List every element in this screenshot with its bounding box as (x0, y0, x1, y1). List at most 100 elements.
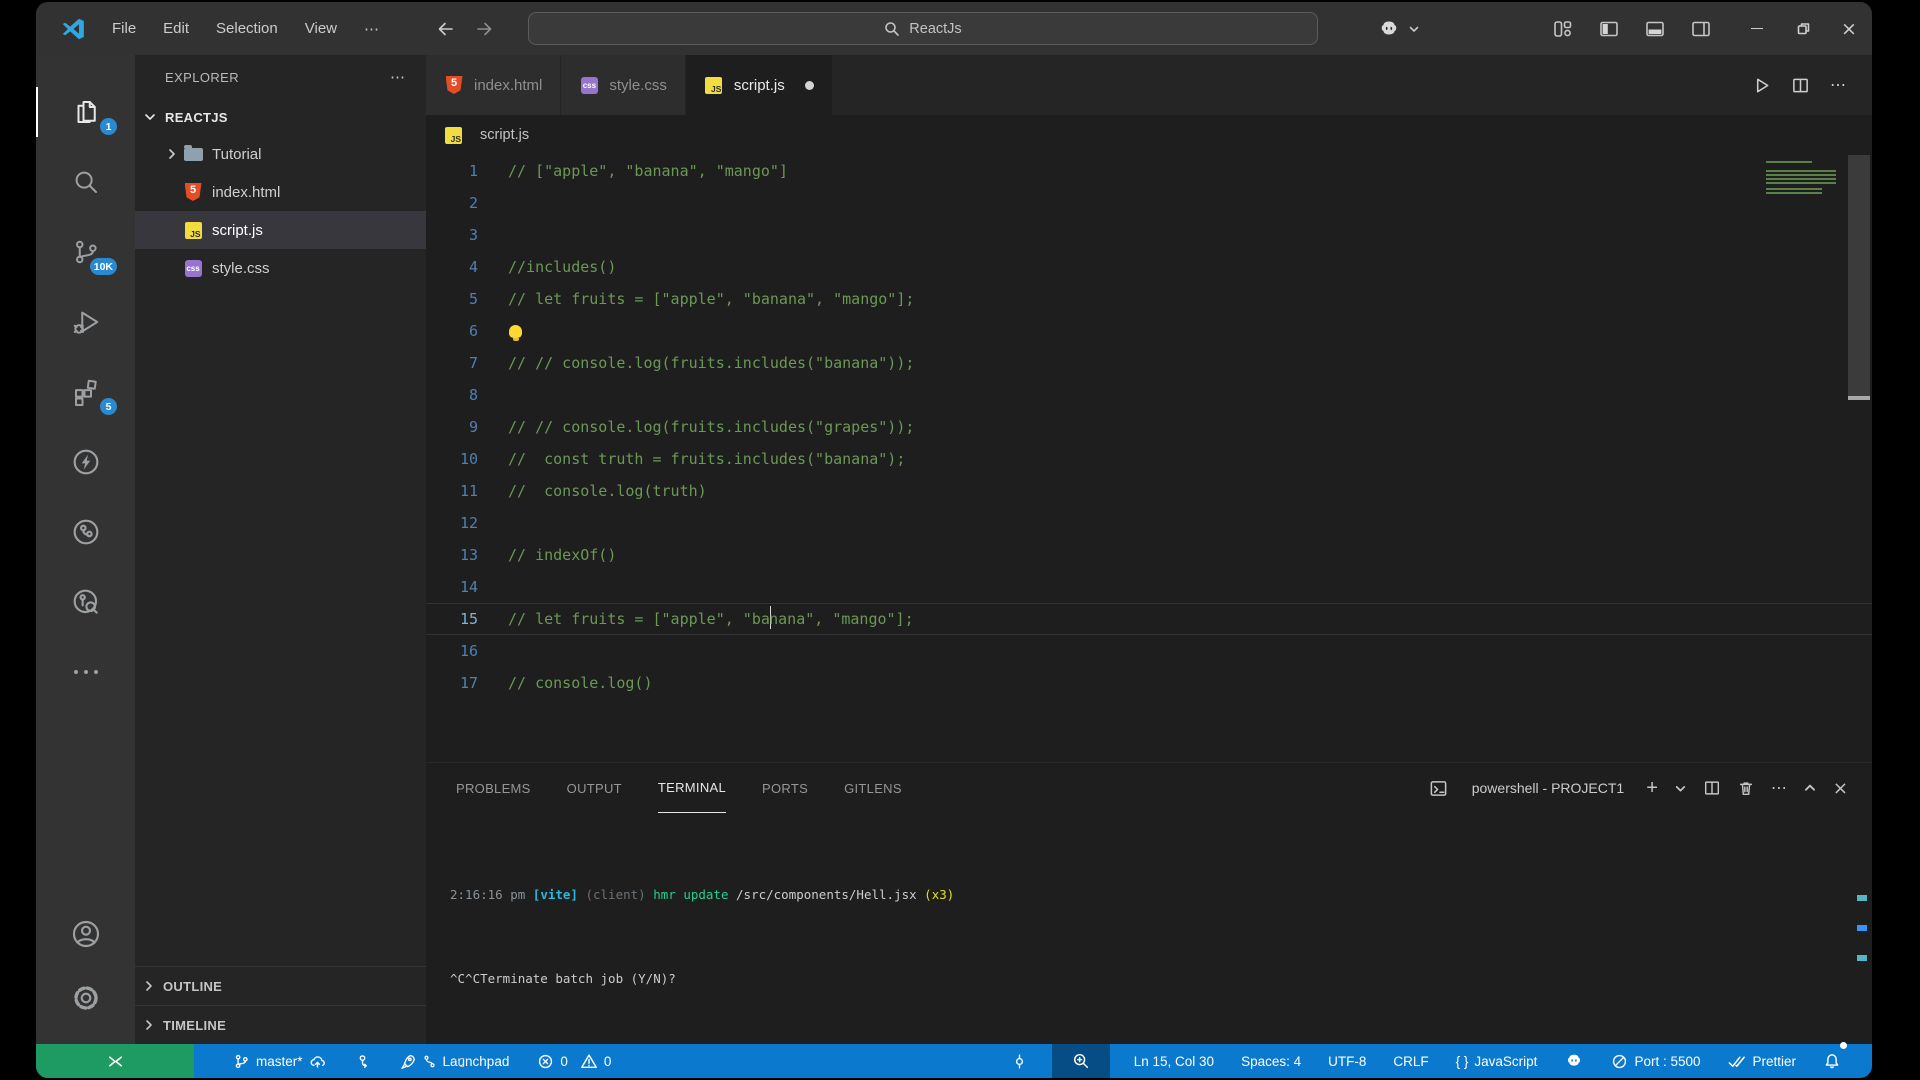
tree-item-index-html[interactable]: 5 index.html (135, 173, 426, 211)
tab-problems[interactable]: PROBLEMS (456, 763, 531, 813)
search-value: ReactJs (909, 21, 961, 37)
modified-dot-icon[interactable] (805, 81, 814, 90)
activity-explorer[interactable]: 1 (36, 77, 135, 147)
timeline-section[interactable]: TIMELINE (135, 1005, 426, 1044)
editor-more-icon[interactable]: ⋯ (1830, 75, 1846, 95)
explorer-more-icon[interactable]: ⋯ (390, 68, 406, 86)
close-button[interactable]: × (1826, 2, 1872, 55)
chevron-right-icon (166, 148, 178, 160)
gitlens-graph-button[interactable] (351, 1044, 374, 1078)
menu-edit[interactable]: Edit (163, 20, 189, 37)
code-text: // ["apple", "banana", "mango"] (508, 155, 788, 187)
css-file-icon: css (579, 75, 599, 95)
new-terminal-icon[interactable]: + (1646, 778, 1658, 798)
js-file-icon (183, 220, 203, 240)
editor-scrollbar[interactable] (1848, 155, 1870, 398)
line-number: 6 (426, 315, 478, 347)
code-line-6[interactable]: 6 (426, 315, 1872, 347)
code-line-12[interactable]: 12 (426, 507, 1872, 539)
toggle-secondary-sidebar-icon[interactable] (1690, 18, 1712, 40)
toggle-primary-sidebar-icon[interactable] (1598, 18, 1620, 40)
tab-terminal[interactable]: TERMINAL (658, 763, 726, 813)
code-editor[interactable]: 1// ["apple", "banana", "mango"]234//inc… (426, 155, 1872, 762)
tab-index-html[interactable]: 5 index.html (426, 55, 561, 115)
chevron-down-icon (143, 110, 157, 124)
activity-source-control[interactable]: 10K (36, 217, 135, 287)
tree-item-script-js[interactable]: script.js (135, 211, 426, 249)
code-line-15[interactable]: 15// let fruits = ["apple", "banana", "m… (426, 603, 1872, 635)
activity-thunder-client[interactable] (36, 427, 135, 497)
menu-view[interactable]: View (305, 20, 337, 37)
restore-button[interactable] (1780, 2, 1826, 55)
tab-output[interactable]: OUTPUT (567, 763, 622, 813)
activity-commit-graph[interactable] (36, 497, 135, 567)
notification-dot (1840, 1042, 1847, 1049)
branch-button[interactable]: master* (230, 1044, 329, 1078)
code-line-2[interactable]: 2 (426, 187, 1872, 219)
code-line-11[interactable]: 11// console.log(truth) (426, 475, 1872, 507)
code-line-5[interactable]: 5// let fruits = ["apple", "banana", "ma… (426, 283, 1872, 315)
code-text: // console.log() (508, 667, 653, 699)
tree-item-style-css[interactable]: css style.css (135, 249, 426, 287)
code-line-10[interactable]: 10// const truth = fruits.includes("bana… (426, 443, 1872, 475)
scrollbar-mark (1848, 396, 1870, 400)
toggle-panel-icon[interactable] (1644, 18, 1666, 40)
terminal-output[interactable]: 2:16:16 pm [vite] (client) hmr update /s… (426, 813, 1872, 1078)
split-editor-icon[interactable] (1791, 76, 1810, 95)
tree-item-tutorial[interactable]: Tutorial (135, 135, 426, 173)
code-line-13[interactable]: 13 // indexOf() (426, 539, 1872, 571)
code-line-7[interactable]: 7// // console.log(fruits.includes("bana… (426, 347, 1872, 379)
line-number: 13 (426, 539, 478, 571)
code-line-17[interactable]: 17// console.log() (426, 667, 1872, 699)
code-line-3[interactable]: 3 (426, 219, 1872, 251)
tab-script-js[interactable]: script.js (686, 55, 833, 115)
code-line-1[interactable]: 1// ["apple", "banana", "mango"] (426, 155, 1872, 187)
menu-more-icon[interactable]: ⋯ (364, 20, 380, 38)
minimap[interactable] (1766, 161, 1836, 196)
minimize-button[interactable] (1734, 2, 1780, 55)
activity-gitlens-search[interactable] (36, 567, 135, 637)
split-terminal-icon[interactable] (1703, 779, 1721, 797)
forward-arrow-icon[interactable] (474, 19, 494, 39)
customize-layout-icon[interactable] (1552, 18, 1574, 40)
terminal-session-label[interactable]: powershell - PROJECT1 (1472, 780, 1625, 796)
settings-button[interactable] (36, 966, 135, 1030)
remote-button[interactable] (36, 1044, 194, 1078)
code-line-4[interactable]: 4//includes() (426, 251, 1872, 283)
activity-extensions[interactable]: 5 (36, 357, 135, 427)
menu-file[interactable]: File (112, 20, 136, 37)
activity-search[interactable] (36, 147, 135, 217)
run-code-icon[interactable] (1752, 76, 1771, 95)
activity-run-debug[interactable] (36, 287, 135, 357)
css-file-icon: css (183, 258, 203, 278)
close-panel-icon[interactable]: × (1833, 778, 1848, 799)
maximize-panel-icon[interactable] (1803, 781, 1817, 795)
js-file-icon (704, 75, 724, 95)
breadcrumb[interactable]: script.js (426, 115, 1872, 155)
lightbulb-icon[interactable] (509, 325, 522, 338)
menu-selection[interactable]: Selection (216, 20, 278, 37)
code-line-8[interactable]: 8 (426, 379, 1872, 411)
activity-more-icon[interactable] (36, 637, 135, 707)
code-text: // indexOf() (508, 539, 616, 571)
code-line-16[interactable]: 16 (426, 635, 1872, 667)
code-line-14[interactable]: 14 (426, 571, 1872, 603)
chevron-right-icon (143, 980, 155, 992)
kill-terminal-icon[interactable] (1737, 779, 1755, 797)
tab-style-css[interactable]: css style.css (561, 55, 686, 115)
account-button[interactable] (36, 902, 135, 966)
notifications-button[interactable] (1820, 1044, 1844, 1078)
tab-ports[interactable]: PORTS (762, 763, 808, 813)
back-arrow-icon[interactable] (436, 19, 456, 39)
tab-gitlens[interactable]: GITLENS (844, 763, 902, 813)
search-icon (71, 167, 101, 197)
terminal-dropdown-icon[interactable] (1674, 782, 1687, 795)
line-number: 10 (426, 443, 478, 475)
command-center-search[interactable]: ReactJs (528, 12, 1318, 45)
panel-more-icon[interactable]: ⋯ (1771, 778, 1787, 798)
project-root-folder[interactable]: REACTJS (135, 99, 426, 135)
copilot-button[interactable] (1377, 17, 1420, 41)
outline-section[interactable]: OUTLINE (135, 966, 426, 1005)
code-line-9[interactable]: 9// // console.log(fruits.includes("grap… (426, 411, 1872, 443)
cloud-upload-icon (309, 1053, 326, 1070)
